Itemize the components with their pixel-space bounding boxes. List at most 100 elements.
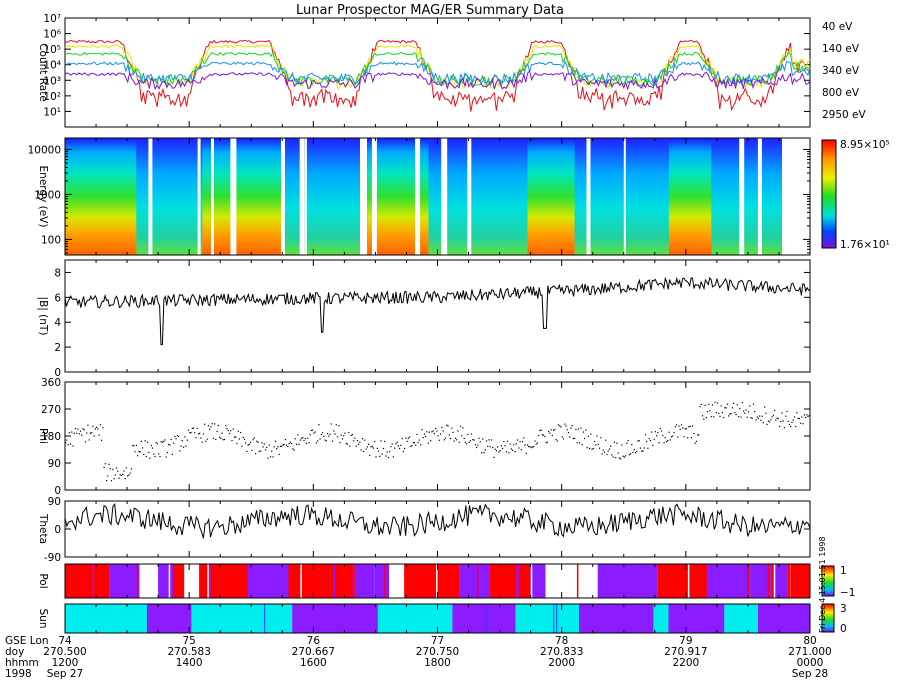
phi-point [575, 428, 577, 431]
phi-point [751, 417, 753, 419]
phi-point [107, 475, 109, 477]
phi-point [647, 447, 649, 449]
pol-segment [207, 564, 209, 598]
spectrogram-column [376, 138, 382, 255]
phi-point [672, 435, 674, 437]
phi-point [420, 444, 422, 446]
pol-segment [242, 564, 245, 598]
phi-point [704, 404, 706, 406]
phi-point [438, 439, 440, 441]
phi-point [490, 439, 493, 441]
phi-point [663, 442, 665, 444]
phi-point [186, 439, 188, 441]
phi-panel: Phi090180270360 [37, 377, 811, 497]
phi-point [801, 416, 803, 418]
phi-point [451, 427, 453, 429]
phi-point [735, 414, 737, 416]
phi-point [431, 431, 433, 433]
phi-point [484, 449, 486, 451]
phi-point [582, 431, 584, 433]
phi-point [411, 444, 413, 447]
phi-point [222, 439, 224, 441]
phi-point [242, 436, 244, 439]
pol-segment [404, 564, 460, 598]
phi-point [652, 444, 654, 447]
phi-point [287, 446, 289, 448]
phi-point [529, 446, 531, 448]
spectrogram-column [390, 138, 397, 255]
phi-point [567, 432, 570, 434]
phi-point [396, 441, 398, 443]
phi-point [128, 474, 130, 476]
phi-point [117, 470, 119, 472]
phi-point [369, 454, 371, 456]
data-gap [299, 138, 305, 255]
phi-point [390, 446, 392, 448]
phi-point [523, 437, 525, 439]
phi-point [642, 450, 644, 452]
phi-point [240, 431, 242, 434]
phi-point [98, 434, 100, 436]
phi-point [154, 455, 156, 458]
phi-point [715, 412, 717, 414]
spectrogram-column [716, 138, 722, 255]
phi-point [731, 407, 733, 409]
phi-point [372, 447, 375, 449]
spectrogram-column [400, 138, 406, 255]
legend-entry: 2950 eV [822, 109, 867, 121]
phi-point [332, 440, 334, 442]
phi-point [255, 453, 257, 455]
phi-point [281, 445, 283, 447]
spectrogram-column [428, 138, 434, 255]
pol-segment [781, 564, 784, 598]
spectrogram-column [131, 138, 137, 255]
spectrogram-column [664, 138, 670, 255]
phi-point [535, 443, 537, 445]
pol-segment [333, 564, 336, 598]
phi-point [734, 412, 736, 414]
spectrogram-column [617, 138, 623, 255]
spectrogram-column [654, 138, 660, 255]
phi-point [718, 412, 720, 414]
y-tick-label: 2 [54, 342, 61, 354]
y-tick-label: 10⁷ [43, 13, 61, 25]
phi-point [587, 435, 589, 437]
phi-point [668, 431, 670, 433]
phi-point [659, 427, 661, 430]
phi-point [144, 440, 146, 442]
pol-segment [767, 564, 770, 598]
sun-segment [191, 604, 293, 633]
data-gap [148, 138, 153, 255]
phi-point [70, 443, 72, 445]
sun-segment [579, 604, 654, 633]
phi-point [775, 419, 777, 421]
phi-point [81, 434, 83, 436]
spectrogram-column [640, 138, 646, 255]
lp-summary-plot: Lunar Prospector MAG/ER Summary Data Cou… [5, 3, 890, 680]
spectrogram-column [268, 138, 274, 255]
phi-point [713, 416, 715, 418]
phi-point [123, 470, 125, 472]
spectrogram-column [240, 138, 246, 255]
sun-segment [65, 604, 147, 633]
phi-point [83, 429, 85, 431]
phi-point [78, 433, 80, 435]
chart-title: Lunar Prospector MAG/ER Summary Data [296, 3, 564, 18]
phi-point [442, 430, 444, 432]
phi-point [127, 475, 129, 477]
phi-point [205, 440, 207, 442]
phi-point [690, 437, 692, 439]
phi-point [333, 430, 335, 432]
pol-segment [476, 564, 479, 598]
phi-point [349, 445, 351, 447]
phi-point [138, 451, 140, 453]
phi-point [410, 445, 412, 447]
phi-point [187, 429, 190, 431]
phi-point [750, 417, 752, 419]
phi-point [305, 442, 308, 444]
phi-point [513, 444, 515, 446]
phi-point [705, 417, 707, 419]
spectrogram-column [381, 138, 387, 255]
spectrogram-column [772, 138, 778, 255]
pol-segment [747, 564, 749, 598]
